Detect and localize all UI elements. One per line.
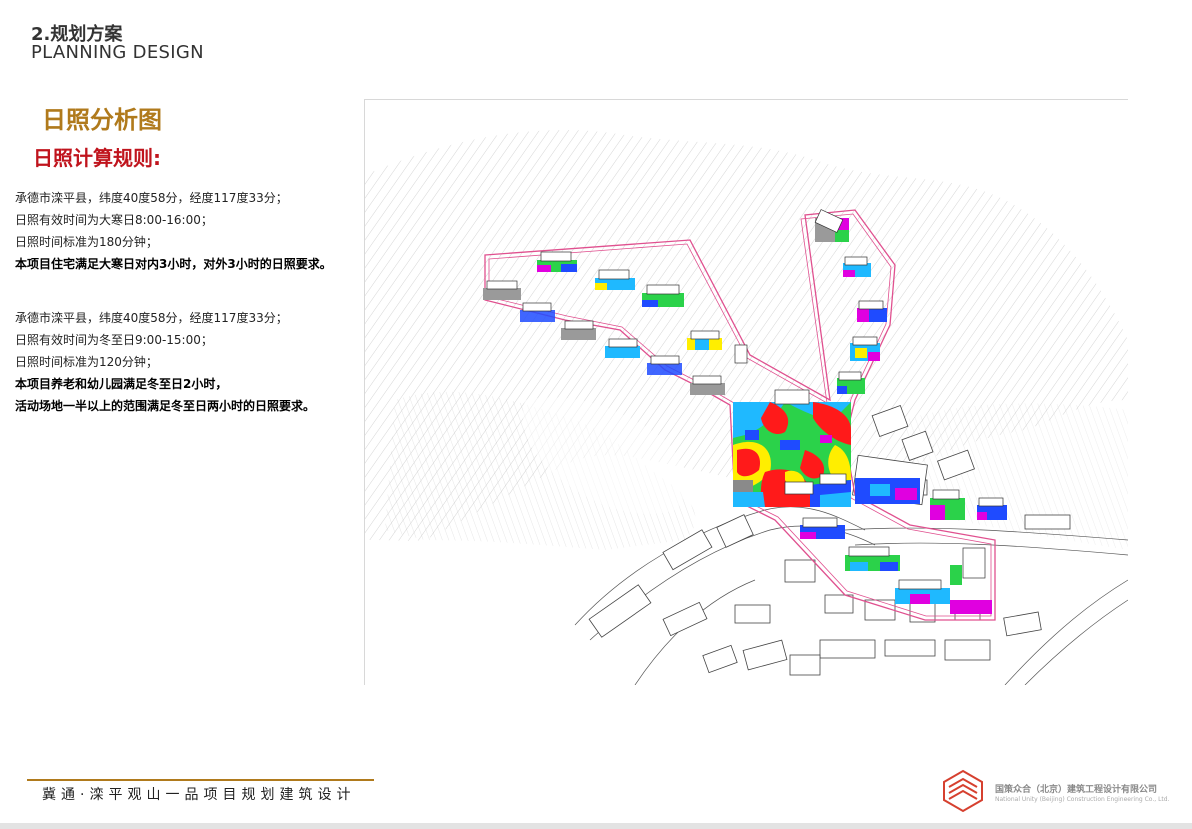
- footer-project-name: 冀通·滦平观山一品项目规划建筑设计: [42, 787, 356, 803]
- rule-requirement-1: 本项目住宅满足大寒日对内3小时，对外3小时的日照要求。: [15, 257, 332, 271]
- rule-location-2: 承德市滦平县，纬度40度58分，经度117度33分；: [15, 311, 288, 325]
- footer-rule: [27, 779, 374, 781]
- rule-valid-time-1: 日照有效时间为大寒日8:00-16:00；: [15, 213, 213, 227]
- rule-requirement-2b: 活动场地一半以上的范围满足冬至日两小时的日照要求。: [15, 399, 316, 413]
- company-name-en: National Unity (Beijing) Construction En…: [995, 796, 1170, 803]
- sunlight-analysis-map: [364, 99, 1128, 685]
- rule-location-1: 承德市滦平县，纬度40度58分，经度117度33分；: [15, 191, 288, 205]
- page-bottom-shade: [0, 823, 1192, 829]
- activity-area-heatmap: [733, 389, 851, 507]
- rules-text: 承德市滦平县，纬度40度58分，经度117度33分； 日照有效时间为大寒日8:0…: [15, 187, 355, 417]
- rules-title: 日照计算规则:: [33, 146, 161, 170]
- company-name-cn: 国策众合（北京）建筑工程设计有限公司: [995, 785, 1158, 795]
- rule-requirement-2a: 本项目养老和幼儿园满足冬至日2小时，: [15, 377, 228, 391]
- rule-valid-time-2: 日照有效时间为冬至日9:00-15:00；: [15, 333, 213, 347]
- figure-title: 日照分析图: [42, 106, 162, 134]
- section-title-en: PLANNING DESIGN: [31, 42, 204, 63]
- rule-standard-2: 日照时间标准为120分钟；: [15, 355, 158, 369]
- company-logo-icon: [943, 769, 983, 813]
- rule-standard-1: 日照时间标准为180分钟；: [15, 235, 158, 249]
